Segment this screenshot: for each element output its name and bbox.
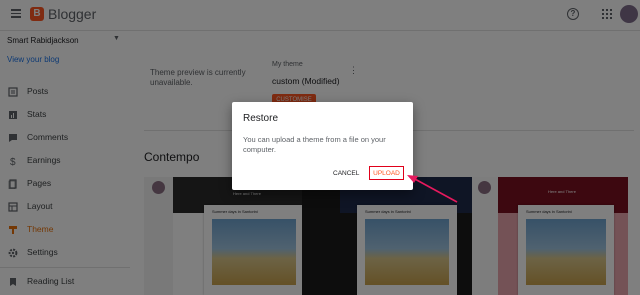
- annotation-arrow-line: [412, 177, 458, 203]
- annotation-arrow: [407, 175, 458, 203]
